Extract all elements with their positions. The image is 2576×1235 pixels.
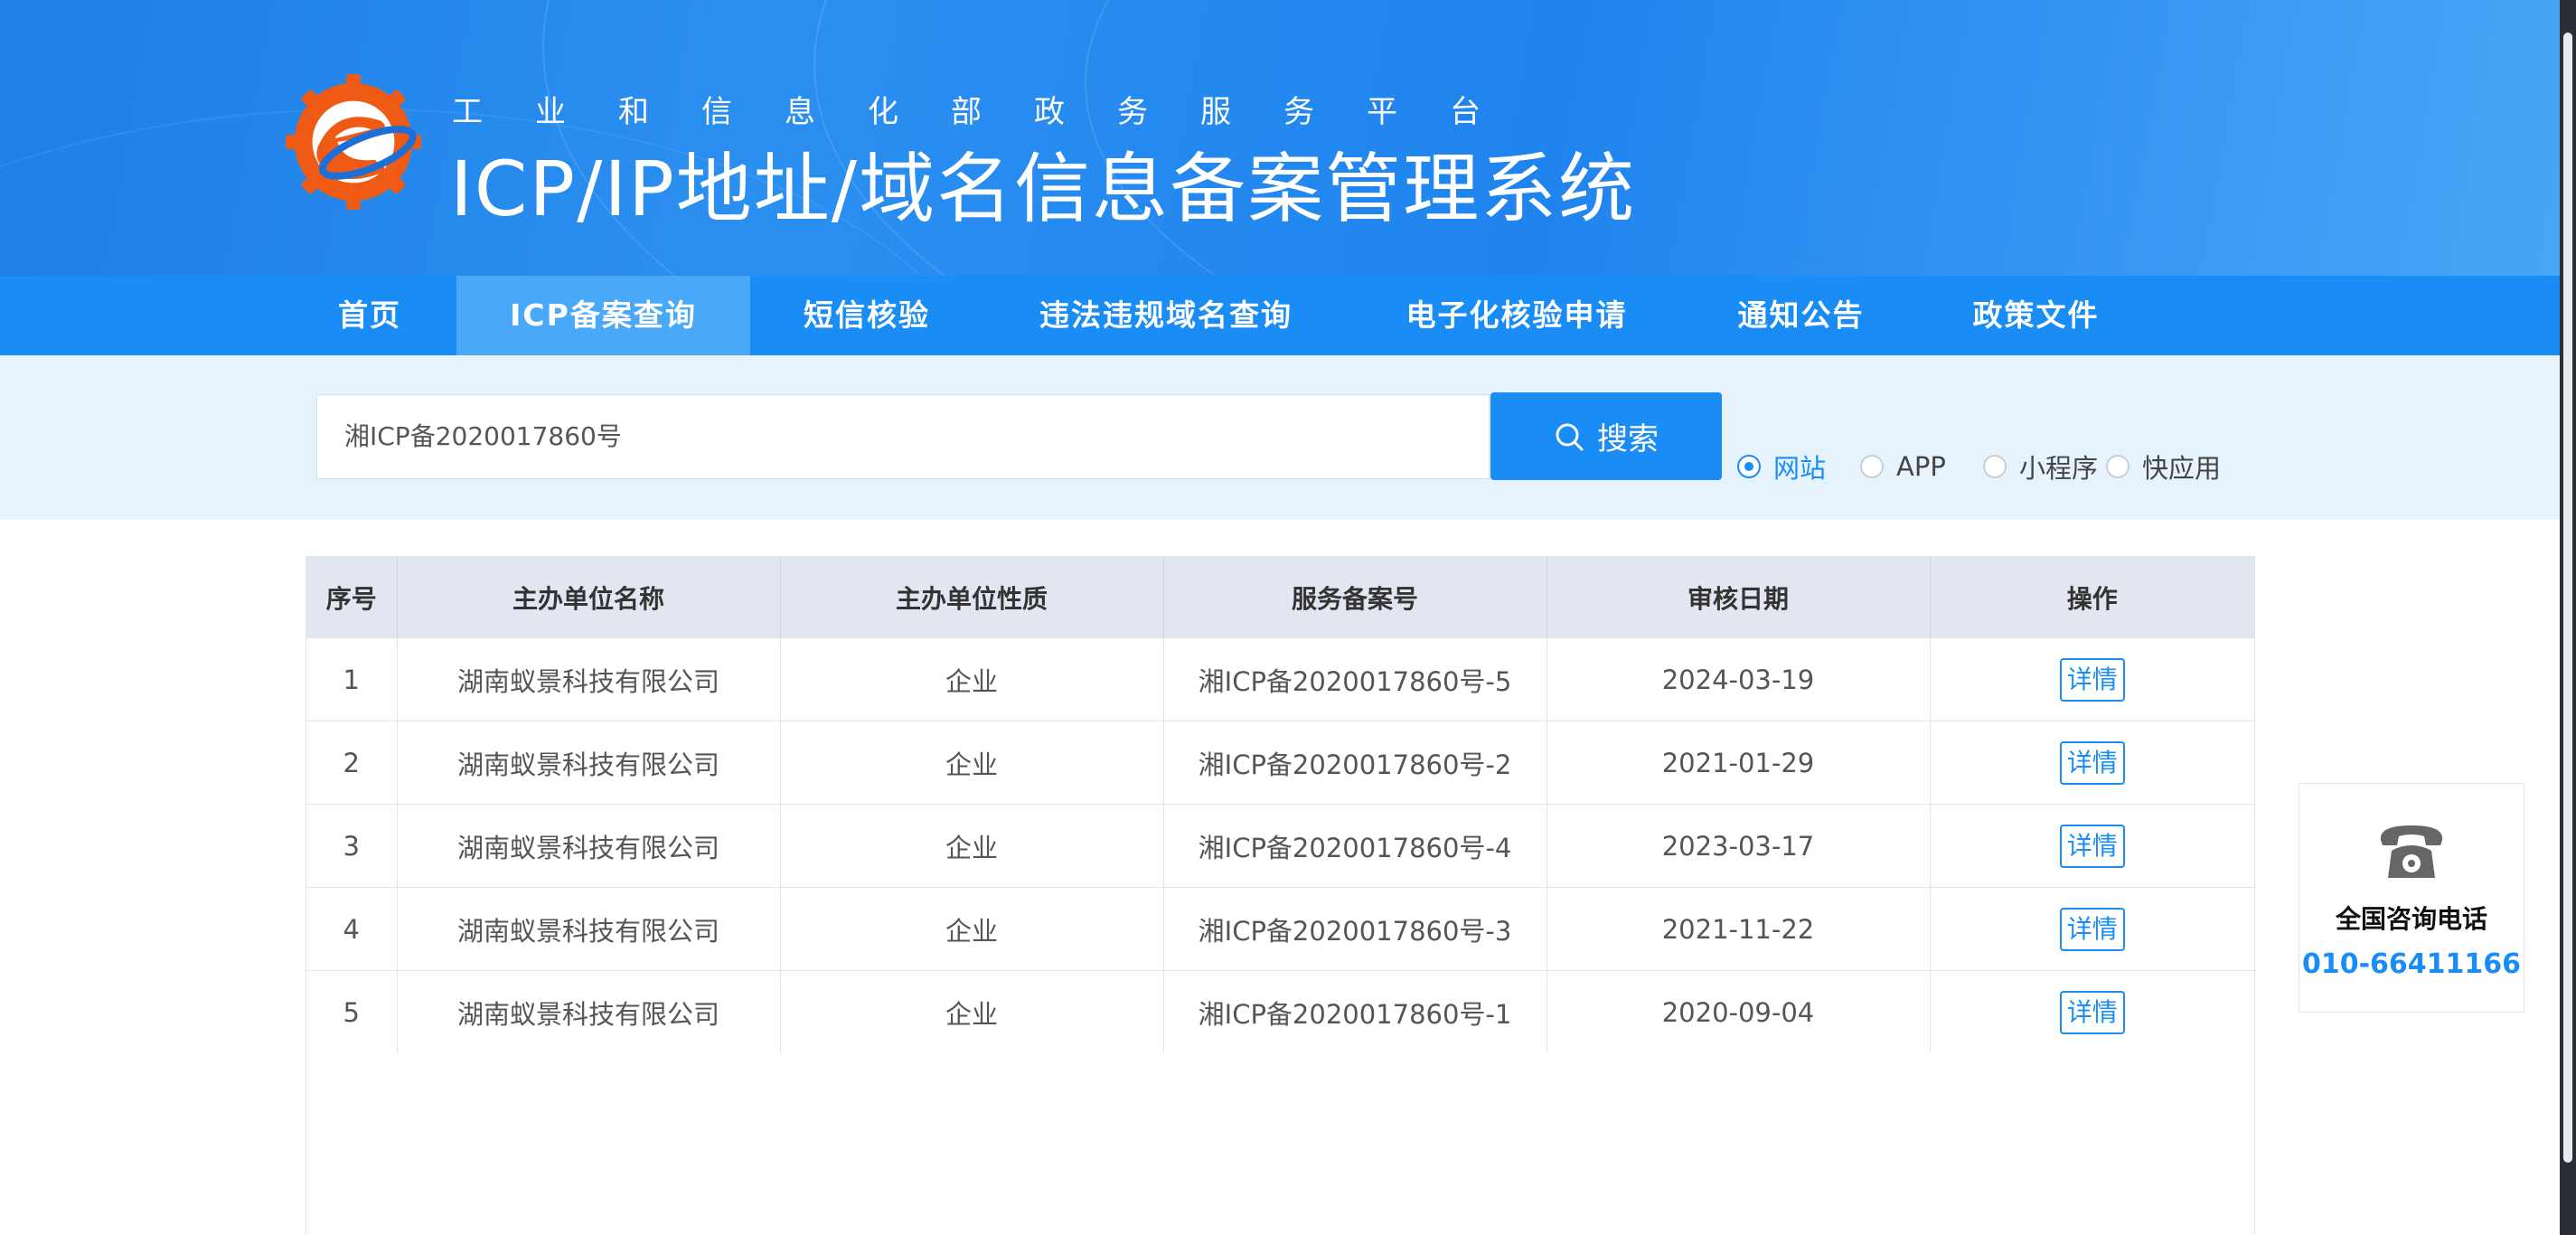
consult-phone-number: 010-66411166 (2301, 948, 2522, 980)
cell-type: 企业 (780, 970, 1164, 1053)
cell-index: 5 (306, 970, 398, 1053)
nav-item-sms-verify[interactable]: 短信核验 (786, 276, 947, 355)
table-row: 3 湖南蚁景科技有限公司 企业 湘ICP备2020017860号-4 2023-… (306, 804, 2254, 888)
radio-app[interactable]: APP (1860, 447, 1946, 486)
radio-label: APP (1896, 451, 1946, 482)
detail-button[interactable]: 详情 (2059, 740, 2125, 785)
radio-website[interactable]: 网站 (1737, 447, 1826, 486)
cell-org: 湖南蚁景科技有限公司 (397, 721, 781, 805)
scrollbar-thumb[interactable] (2563, 33, 2572, 1163)
cell-org: 湖南蚁景科技有限公司 (397, 970, 781, 1053)
cell-org: 湖南蚁景科技有限公司 (397, 804, 781, 888)
cell-type: 企业 (780, 804, 1164, 888)
nav-item-policies[interactable]: 政策文件 (1961, 276, 2111, 355)
results-table-container: 序号 主办单位名称 主办单位性质 服务备案号 审核日期 操作 1 湖南蚁景科技有… (306, 556, 2255, 1235)
gov-logo-icon (285, 73, 422, 211)
search-button[interactable]: 搜索 (1490, 392, 1722, 480)
cell-org: 湖南蚁景科技有限公司 (397, 637, 781, 721)
column-header-type: 主办单位性质 (780, 557, 1164, 638)
site-header: 工业和信息化部政务服务平台 ICP/IP地址/域名信息备案管理系统 (0, 0, 2576, 276)
search-icon (1556, 423, 1584, 450)
page-title: ICP/IP地址/域名信息备案管理系统 (450, 145, 1637, 233)
cell-type: 企业 (780, 721, 1164, 805)
column-header-org: 主办单位名称 (397, 557, 781, 638)
table-row: 5 湖南蚁景科技有限公司 企业 湘ICP备2020017860号-1 2020-… (306, 970, 2254, 1053)
radio-label: 网站 (1773, 453, 1827, 484)
consult-phone-box[interactable]: 全国咨询电话 010-66411166 (2299, 783, 2524, 1013)
nav-item-illegal-domain-query[interactable]: 违法违规域名查询 (1021, 276, 1311, 355)
nav-item-icp-query[interactable]: ICP备案查询 (456, 276, 750, 355)
detail-button[interactable]: 详情 (2059, 824, 2125, 868)
cell-index: 3 (306, 804, 398, 888)
cell-record: 湘ICP备2020017860号-3 (1163, 887, 1547, 971)
table-header-row: 序号 主办单位名称 主办单位性质 服务备案号 审核日期 操作 (306, 557, 2254, 638)
radio-mini-program[interactable]: 小程序 (1983, 447, 2098, 486)
cell-record: 湘ICP备2020017860号-1 (1163, 970, 1547, 1053)
nav-item-home[interactable]: 首页 (316, 276, 423, 355)
nav-item-e-verify-apply[interactable]: 电子化核验申请 (1387, 276, 1646, 355)
cell-index: 2 (306, 721, 398, 805)
search-input[interactable]: 湘ICP备2020017860号 (316, 394, 1490, 479)
cell-date: 2023-03-17 (1547, 804, 1931, 888)
nav-item-notices[interactable]: 通知公告 (1726, 276, 1876, 355)
radio-label: 快应用 (2142, 453, 2222, 484)
radio-dot-icon (2106, 455, 2129, 478)
cell-date: 2020-09-04 (1547, 970, 1931, 1053)
cell-type: 企业 (780, 887, 1164, 971)
main-nav: 首页 ICP备案查询 短信核验 违法违规域名查询 电子化核验申请 通知公告 政策… (0, 276, 2576, 355)
table-row: 1 湖南蚁景科技有限公司 企业 湘ICP备2020017860号-5 2024-… (306, 637, 2254, 721)
consult-title: 全国咨询电话 (2335, 904, 2487, 934)
results-table: 序号 主办单位名称 主办单位性质 服务备案号 审核日期 操作 1 湖南蚁景科技有… (306, 557, 2254, 1053)
header-subtitle: 工业和信息化部政务服务平台 (452, 94, 1533, 130)
table-row: 2 湖南蚁景科技有限公司 企业 湘ICP备2020017860号-2 2021-… (306, 721, 2254, 805)
detail-button[interactable]: 详情 (2059, 990, 2125, 1034)
cell-record: 湘ICP备2020017860号-4 (1163, 804, 1547, 888)
radio-dot-icon (1860, 455, 1884, 478)
radio-dot-icon (1983, 455, 2007, 478)
cell-action: 详情 (1930, 887, 2254, 971)
column-header-date: 审核日期 (1547, 557, 1931, 638)
cell-index: 1 (306, 637, 398, 721)
column-header-index: 序号 (306, 557, 398, 638)
cell-action: 详情 (1930, 804, 2254, 888)
browser-scrollbar[interactable] (2560, 0, 2576, 1235)
column-header-record: 服务备案号 (1163, 557, 1547, 638)
column-header-action: 操作 (1930, 557, 2254, 638)
cell-org: 湖南蚁景科技有限公司 (397, 887, 781, 971)
cell-action: 详情 (1930, 637, 2254, 721)
telephone-icon (2380, 825, 2443, 878)
radio-dot-icon (1737, 455, 1761, 478)
cell-date: 2021-11-22 (1547, 887, 1931, 971)
detail-button[interactable]: 详情 (2059, 907, 2125, 951)
cell-type: 企业 (780, 637, 1164, 721)
detail-button[interactable]: 详情 (2059, 657, 2125, 702)
search-button-label: 搜索 (1597, 421, 1659, 457)
cell-index: 4 (306, 887, 398, 971)
radio-label: 小程序 (2019, 453, 2099, 484)
radio-quick-app[interactable]: 快应用 (2106, 447, 2221, 486)
cell-record: 湘ICP备2020017860号-5 (1163, 637, 1547, 721)
cell-record: 湘ICP备2020017860号-2 (1163, 721, 1547, 805)
cell-date: 2024-03-19 (1547, 637, 1931, 721)
cell-action: 详情 (1930, 970, 2254, 1053)
table-row: 4 湖南蚁景科技有限公司 企业 湘ICP备2020017860号-3 2021-… (306, 887, 2254, 971)
cell-action: 详情 (1930, 721, 2254, 805)
cell-date: 2021-01-29 (1547, 721, 1931, 805)
